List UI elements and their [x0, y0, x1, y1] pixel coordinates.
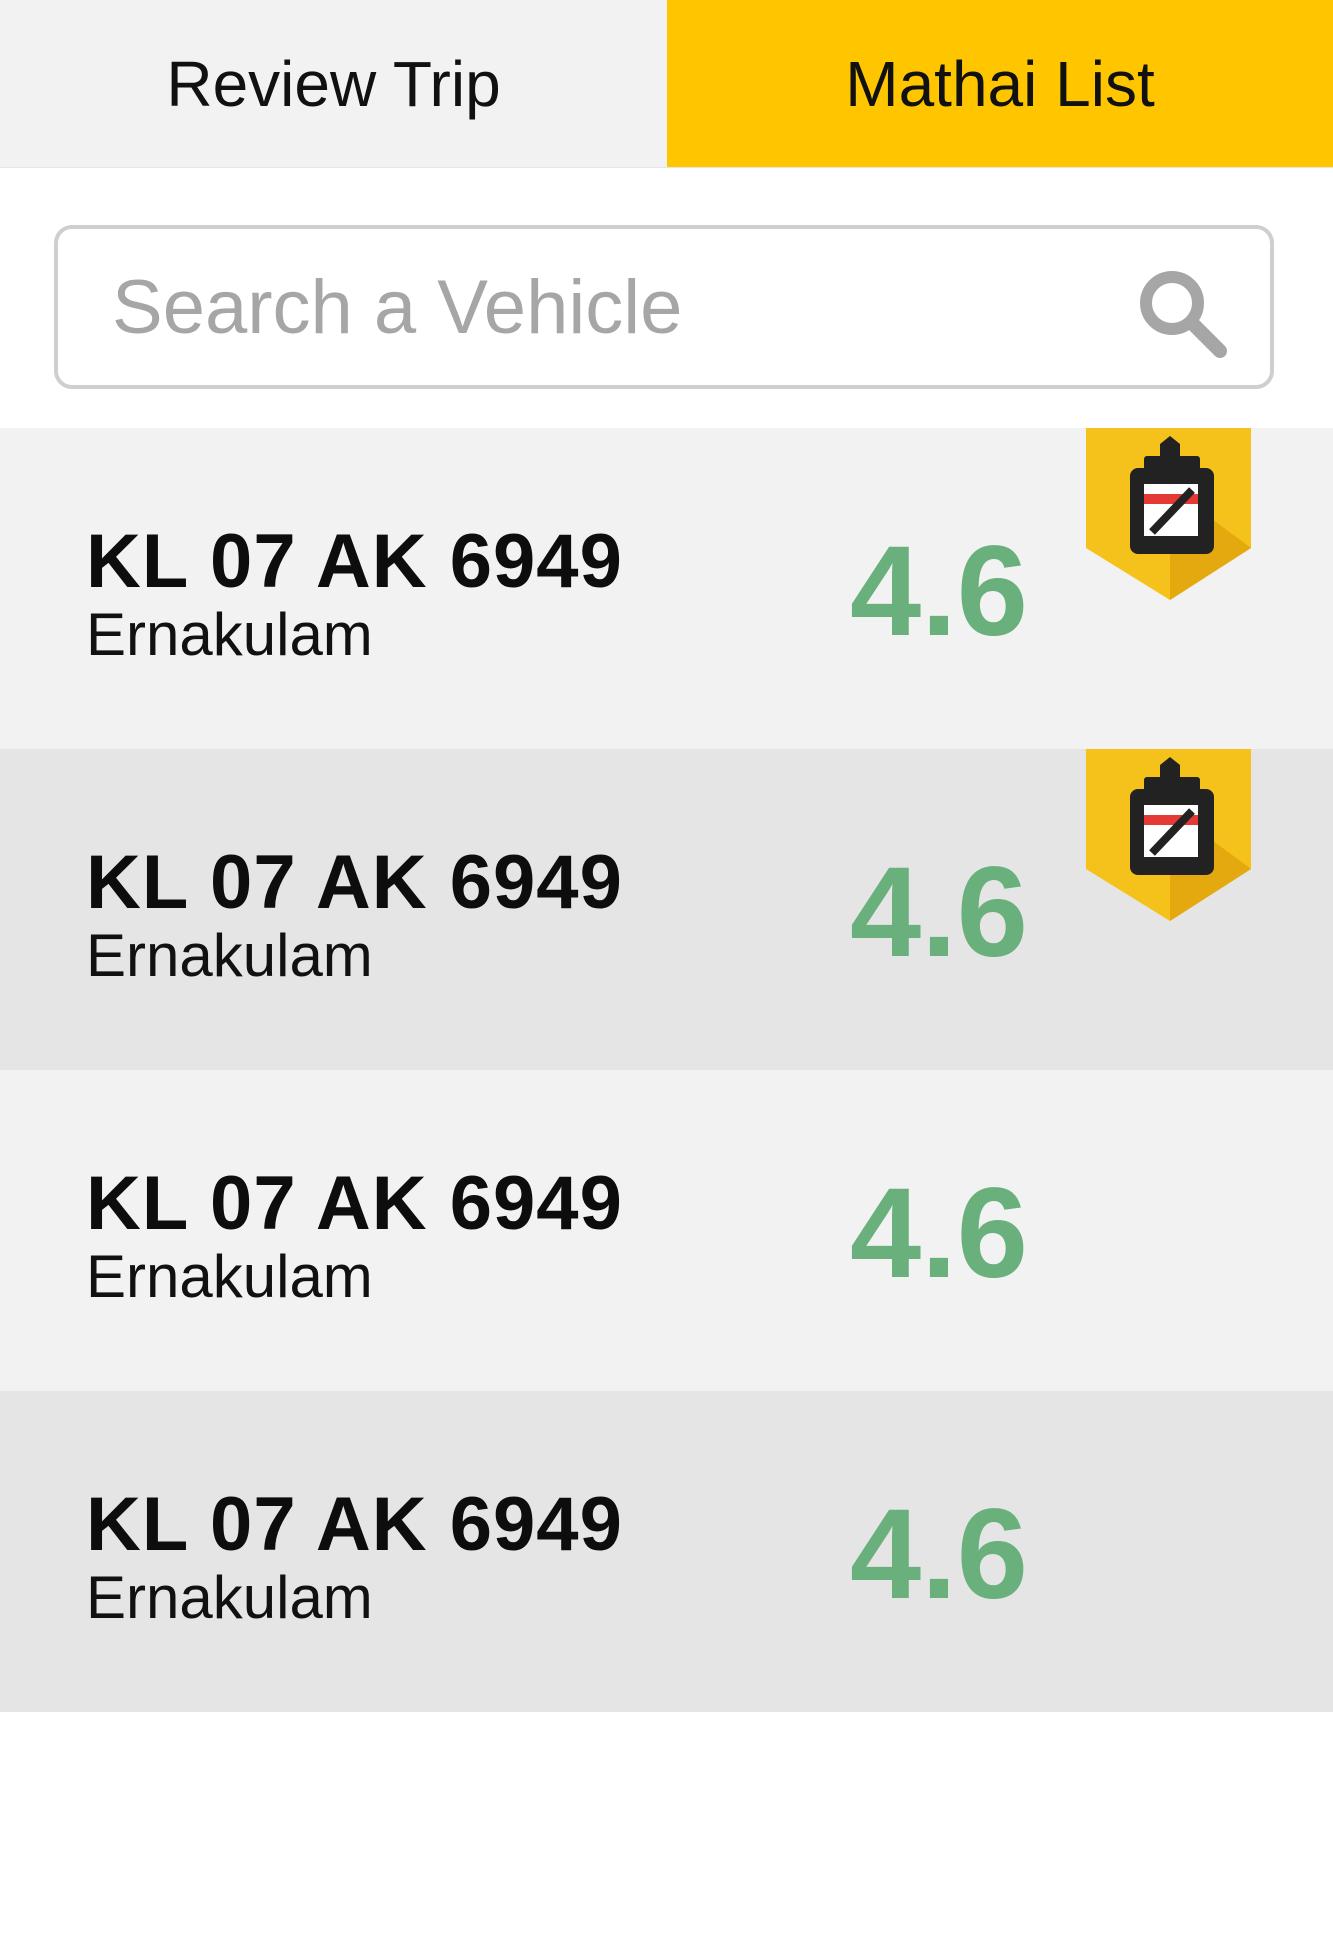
vehicle-rating: 4.6	[850, 841, 1028, 984]
tab-mathai-list[interactable]: Mathai List	[667, 0, 1333, 167]
list-item[interactable]: KL 07 AK 6949 Ernakulam 4.6	[0, 428, 1333, 749]
vehicle-city: Ernakulam	[86, 601, 373, 668]
meter-badge-icon	[1086, 428, 1251, 600]
search-box	[54, 225, 1274, 389]
tab-review-trip[interactable]: Review Trip	[0, 0, 667, 167]
vehicle-city: Ernakulam	[86, 1243, 373, 1310]
vehicle-city: Ernakulam	[86, 922, 373, 989]
vehicle-rating: 4.6	[850, 1162, 1028, 1305]
search-icon[interactable]	[1134, 265, 1230, 361]
vehicle-city: Ernakulam	[86, 1564, 373, 1631]
vehicle-plate: KL 07 AK 6949	[86, 519, 623, 604]
tab-bar: Review Trip Mathai List	[0, 0, 1333, 168]
vehicle-rating: 4.6	[850, 520, 1028, 663]
vehicle-list: KL 07 AK 6949 Ernakulam 4.6 KL 07 AK 694…	[0, 428, 1333, 1712]
search-input[interactable]	[112, 257, 1112, 357]
list-item[interactable]: KL 07 AK 6949 Ernakulam 4.6	[0, 1070, 1333, 1391]
vehicle-plate: KL 07 AK 6949	[86, 1161, 623, 1246]
list-item[interactable]: KL 07 AK 6949 Ernakulam 4.6	[0, 1391, 1333, 1712]
vehicle-rating: 4.6	[850, 1483, 1028, 1626]
vehicle-plate: KL 07 AK 6949	[86, 1482, 623, 1567]
vehicle-plate: KL 07 AK 6949	[86, 840, 623, 925]
meter-badge-icon	[1086, 749, 1251, 921]
list-item[interactable]: KL 07 AK 6949 Ernakulam 4.6	[0, 749, 1333, 1070]
